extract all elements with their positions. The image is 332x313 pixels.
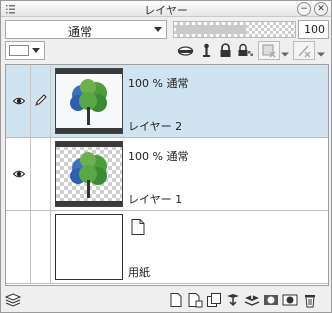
- blend-mode-select[interactable]: 通常: [5, 20, 167, 39]
- layer-name[interactable]: レイヤー 2: [128, 118, 182, 134]
- combine-mask-icon[interactable]: [263, 292, 279, 308]
- chevron-down-icon[interactable]: [281, 46, 289, 63]
- blend-opacity-row: 通常 100: [5, 20, 329, 40]
- clip-below-icon[interactable]: [177, 42, 194, 59]
- opacity-slider[interactable]: [173, 21, 296, 38]
- thumbnail-frame-bottom: [56, 128, 122, 133]
- eye-icon[interactable]: [13, 170, 25, 178]
- blend-mode-value: 通常: [68, 25, 93, 39]
- tree-image: [70, 79, 107, 125]
- merge-down-icon[interactable]: [244, 292, 260, 308]
- chevron-down-icon[interactable]: [317, 46, 325, 63]
- chevron-down-icon: [154, 27, 162, 32]
- new-layer-folder-icon[interactable]: [206, 292, 222, 308]
- reference-layer-icon[interactable]: [198, 42, 215, 59]
- layer-name[interactable]: 用紙: [128, 264, 150, 280]
- transfer-to-lower-layer-icon[interactable]: [225, 292, 241, 308]
- ruler-toggle-button[interactable]: [293, 41, 315, 60]
- layer-opacity-mode: 100 % 通常: [128, 150, 189, 163]
- visibility-cell[interactable]: [6, 211, 31, 283]
- layer-thumbnail: [55, 141, 123, 207]
- layer-name[interactable]: レイヤー 1: [128, 191, 182, 207]
- opacity-slider-fill: [176, 25, 246, 34]
- edit-target-cell[interactable]: [31, 211, 51, 283]
- window-title: レイヤー: [144, 4, 188, 17]
- tree-image: [70, 152, 107, 198]
- layer-row-1[interactable]: 100 % 通常 レイヤー 1: [6, 138, 328, 211]
- new-raster-layer-icon[interactable]: [168, 292, 184, 308]
- layer-settings-icon[interactable]: [5, 292, 21, 308]
- thumbnail-frame-bottom: [56, 201, 122, 206]
- mask-toggle-button[interactable]: [258, 41, 280, 60]
- chevron-down-icon: [32, 48, 40, 53]
- menu-icon[interactable]: −: [297, 2, 311, 16]
- layer-panel: レイヤー − ✕ 通常 100 100 % 通常 レイヤー 2 100 % 通常…: [0, 0, 332, 313]
- visibility-cell[interactable]: [6, 138, 31, 210]
- delete-layer-icon[interactable]: [302, 292, 318, 308]
- lock-transparent-icon[interactable]: [237, 42, 254, 59]
- new-vector-layer-icon[interactable]: [187, 292, 203, 308]
- layer-row-2[interactable]: 100 % 通常 レイヤー 2: [6, 65, 328, 138]
- thumbnail-frame-top: [56, 142, 122, 147]
- create-mask-icon[interactable]: [282, 292, 298, 308]
- paper-icon: [131, 219, 145, 235]
- eye-icon[interactable]: [13, 97, 25, 105]
- edit-target-cell[interactable]: [31, 65, 51, 137]
- layer-color-swatch: [9, 45, 29, 56]
- edit-target-cell[interactable]: [31, 138, 51, 210]
- layer-color-select[interactable]: [5, 41, 45, 60]
- layer-tools-row: [5, 41, 329, 62]
- layer-thumbnail: [55, 68, 123, 134]
- mask-icon: [262, 44, 276, 58]
- layer-thumbnail: [55, 214, 123, 280]
- pen-icon[interactable]: [34, 93, 48, 107]
- layer-row-paper[interactable]: 用紙: [6, 211, 328, 284]
- visibility-cell[interactable]: [6, 65, 31, 137]
- layer-opacity-mode: 100 % 通常: [128, 77, 189, 90]
- opacity-input[interactable]: 100: [298, 20, 329, 39]
- thumbnail-frame-top: [56, 69, 122, 74]
- ruler-icon: [298, 45, 311, 58]
- title-bar[interactable]: レイヤー − ✕: [1, 1, 331, 17]
- close-icon[interactable]: ✕: [314, 2, 328, 16]
- lock-icon[interactable]: [217, 42, 234, 59]
- layer-list[interactable]: 100 % 通常 レイヤー 2 100 % 通常 レイヤー 1 用紙: [5, 64, 329, 286]
- bottom-toolbar: [1, 289, 331, 313]
